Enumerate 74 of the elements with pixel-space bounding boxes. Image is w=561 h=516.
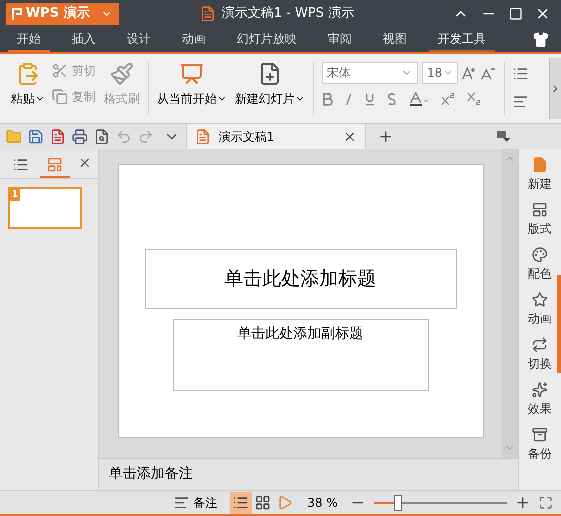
window-title: 演示文稿1 - WPS 演示 xyxy=(222,5,354,23)
shadow-icon[interactable] xyxy=(387,93,397,106)
print-preview-icon[interactable] xyxy=(94,128,110,144)
normal-view-icon xyxy=(232,494,248,510)
clipboard-icon xyxy=(16,62,40,86)
paste-button[interactable]: 粘贴 xyxy=(8,62,48,108)
ribbon-tab[interactable]: 幻灯片放映 xyxy=(228,28,306,52)
font-color-icon[interactable] xyxy=(409,92,429,107)
palette-icon xyxy=(532,247,548,263)
notes-button[interactable]: 备注 xyxy=(174,494,218,512)
ribbon-tab[interactable]: 动画 xyxy=(173,28,215,52)
notes-icon xyxy=(174,494,190,510)
view-button[interactable] xyxy=(230,492,252,514)
skin-icon[interactable] xyxy=(533,32,549,48)
ribbon-tab[interactable]: 设计 xyxy=(118,28,160,52)
layout-icon xyxy=(532,202,548,218)
zoom-level: 38 % xyxy=(308,494,338,512)
document-icon xyxy=(532,157,548,173)
star-icon xyxy=(532,292,548,308)
task-pane-button[interactable]: 新建 xyxy=(528,157,552,193)
italic-icon[interactable] xyxy=(345,93,353,106)
bold-icon[interactable] xyxy=(322,93,333,106)
new-tab-icon[interactable] xyxy=(378,128,394,144)
zoom-slider-thumb[interactable] xyxy=(394,494,402,510)
zoom-slider[interactable] xyxy=(374,494,507,510)
presentation-file-icon xyxy=(195,128,211,144)
transition-icon xyxy=(532,337,548,353)
bullet-list-icon[interactable] xyxy=(513,66,529,82)
maximize-icon[interactable] xyxy=(509,7,523,21)
slide-canvas[interactable]: 单击此处添加标题 单击此处添加副标题 xyxy=(118,164,484,438)
subscript-icon[interactable] xyxy=(467,92,481,107)
print-icon[interactable] xyxy=(72,128,88,144)
grow-font-icon[interactable] xyxy=(462,65,478,81)
backup-icon xyxy=(532,427,548,443)
subtitle-placeholder[interactable]: 单击此处添加副标题 xyxy=(172,319,428,391)
underline-icon[interactable] xyxy=(365,93,375,106)
task-pane-button[interactable]: 配色 xyxy=(528,247,552,283)
task-pane-button[interactable]: 动画 xyxy=(528,292,552,328)
copy-icon xyxy=(52,89,68,105)
effect-icon xyxy=(532,382,548,398)
grid-icon xyxy=(254,494,270,510)
zoom-in-icon[interactable] xyxy=(515,494,531,510)
font-size-field[interactable]: 18 xyxy=(422,62,458,84)
task-pane-button[interactable]: 备份 xyxy=(528,427,552,463)
new-slide-icon xyxy=(258,62,282,86)
brush-icon xyxy=(110,62,134,86)
fit-window-icon[interactable] xyxy=(539,496,553,510)
ribbon-tab[interactable]: 审阅 xyxy=(319,28,361,52)
task-pane-button[interactable]: 效果 xyxy=(528,382,552,418)
notes-placeholder[interactable]: 单击添加备注 xyxy=(109,464,193,485)
presentation-file-icon xyxy=(200,6,216,22)
pdf-export-icon[interactable] xyxy=(50,128,66,144)
align-left-icon[interactable] xyxy=(513,94,529,110)
font-name-field[interactable]: 宋体 xyxy=(322,62,418,84)
task-pane-handle[interactable] xyxy=(557,275,561,373)
slide-number: 1 xyxy=(10,189,20,201)
title-placeholder[interactable]: 单击此处添加标题 xyxy=(144,249,456,309)
projector-screen-icon xyxy=(180,62,204,86)
tab-menu-icon[interactable] xyxy=(497,130,511,142)
superscript-icon[interactable] xyxy=(441,93,455,106)
new-slide-button[interactable]: 新建幻灯片 xyxy=(235,62,305,108)
logo-icon xyxy=(12,8,22,20)
document-tab[interactable]: 演示文稿1 xyxy=(186,124,366,149)
outline-icon xyxy=(13,157,29,173)
task-pane-button[interactable]: 版式 xyxy=(528,202,552,238)
ribbon-tab[interactable]: 视图 xyxy=(374,28,416,52)
play-icon xyxy=(276,494,292,510)
from-current-slide-button[interactable]: 从当前开始 xyxy=(157,62,227,108)
task-pane-button[interactable]: 切换 xyxy=(528,337,552,373)
scissors-icon xyxy=(52,63,68,79)
save-icon[interactable] xyxy=(28,128,44,144)
ribbon-tab[interactable]: 插入 xyxy=(63,28,105,52)
close-icon[interactable] xyxy=(78,156,92,170)
slides-icon xyxy=(47,157,63,173)
